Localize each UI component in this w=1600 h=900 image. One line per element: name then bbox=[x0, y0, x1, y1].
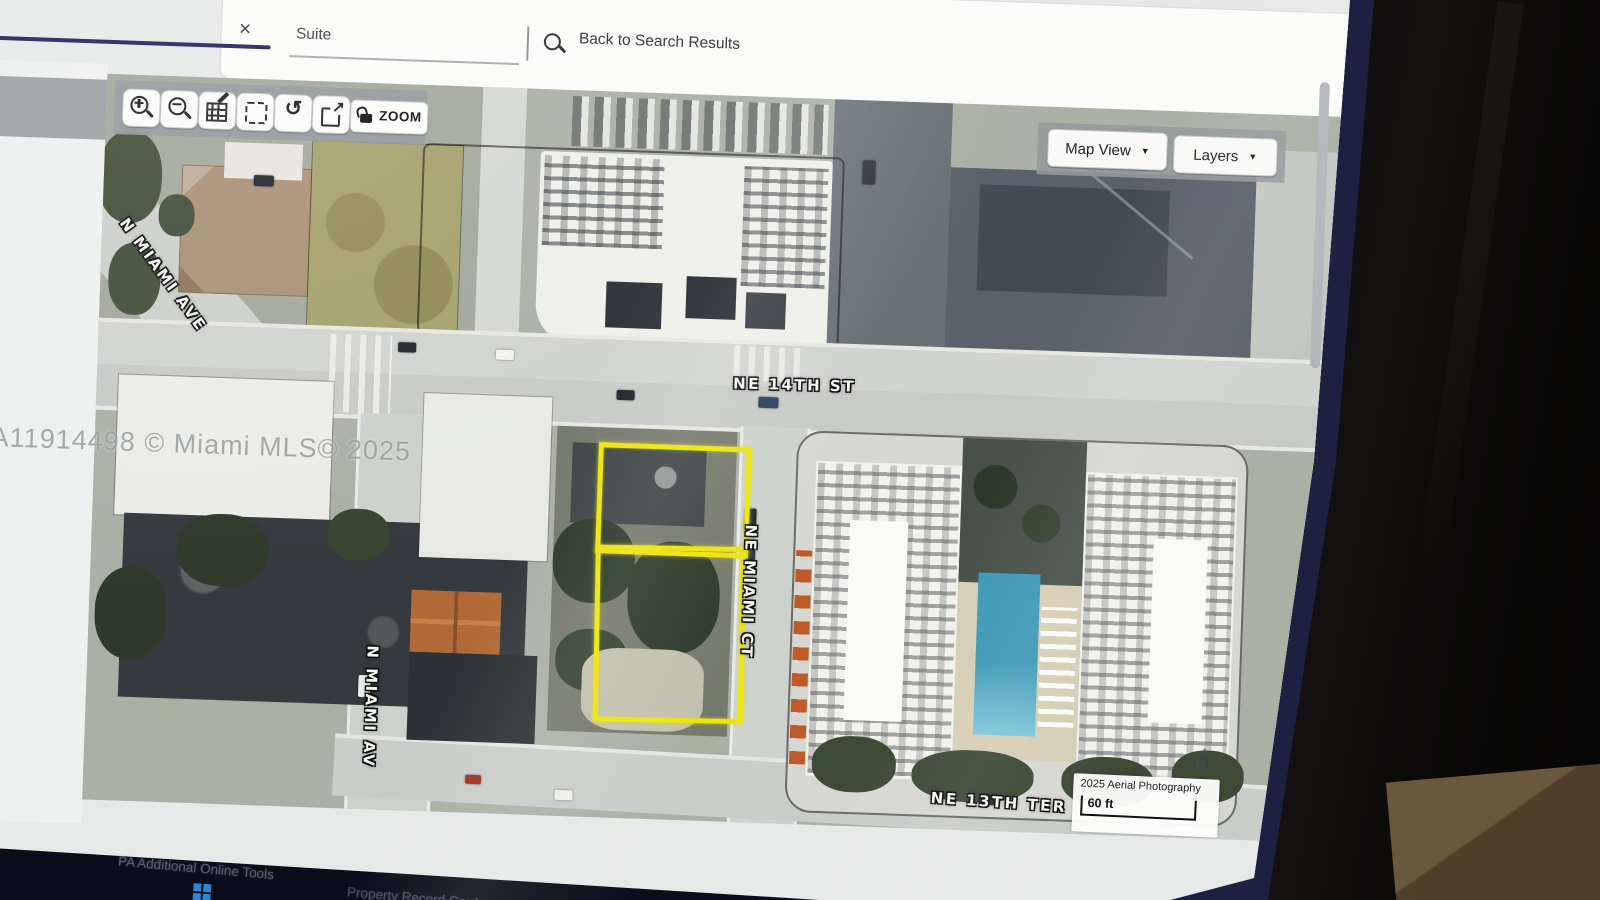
car bbox=[758, 397, 778, 409]
street-label-ne-14th-st: NE 14TH ST bbox=[733, 374, 856, 395]
clear-search-button[interactable]: × bbox=[232, 16, 259, 43]
zoom-out-button[interactable] bbox=[160, 90, 199, 129]
export-map-button[interactable]: ↗ bbox=[312, 95, 351, 134]
courtyard-shadow bbox=[958, 438, 1087, 592]
scale-bar: 60 ft bbox=[1080, 796, 1197, 821]
car bbox=[616, 390, 634, 401]
tree bbox=[176, 513, 270, 588]
reset-rotation-button[interactable]: ↺ bbox=[274, 94, 313, 133]
car bbox=[862, 160, 876, 184]
scale-panel: 2025 Aerial Photography 60 ft bbox=[1071, 773, 1219, 838]
edit-layers-button[interactable] bbox=[198, 91, 237, 130]
aerial-photography-caption: 2025 Aerial Photography bbox=[1080, 778, 1201, 795]
pool-loungers bbox=[1037, 607, 1077, 728]
search-icon[interactable] bbox=[541, 31, 568, 58]
lock-icon bbox=[360, 114, 372, 123]
car bbox=[496, 350, 514, 361]
building-roof bbox=[976, 184, 1170, 297]
car bbox=[398, 342, 416, 353]
highlighted-parcel-north[interactable] bbox=[595, 442, 752, 558]
house-orange-roof bbox=[410, 590, 502, 655]
road-ne-miami-ct-north bbox=[826, 99, 953, 351]
highlighted-parcel-south[interactable] bbox=[593, 544, 746, 724]
scale-distance-label: 60 ft bbox=[1087, 796, 1113, 811]
zoom-mode-button[interactable]: ZOOM bbox=[350, 99, 429, 135]
north-arrow: N bbox=[1196, 756, 1207, 772]
building-roof-tan bbox=[178, 164, 312, 296]
tree bbox=[811, 735, 897, 794]
zoom-in-button[interactable] bbox=[122, 88, 161, 127]
parking-row bbox=[571, 96, 829, 155]
chevron-down-icon: ▼ bbox=[1141, 146, 1150, 156]
building-roof-dark bbox=[406, 652, 537, 744]
zoom-button-label: ZOOM bbox=[379, 108, 422, 124]
map-view-dropdown[interactable]: Map View ▼ bbox=[1047, 129, 1168, 171]
swimming-pool bbox=[973, 573, 1041, 737]
car bbox=[554, 790, 572, 801]
chevron-down-icon: ▼ bbox=[1248, 152, 1257, 162]
car-red bbox=[465, 775, 481, 785]
condo-roof-structure bbox=[843, 520, 908, 722]
toolbar-strip-left-fragment bbox=[0, 76, 107, 140]
tree bbox=[327, 508, 391, 562]
marquee-selection-icon bbox=[245, 102, 268, 125]
table-edit-icon bbox=[206, 102, 228, 122]
windows-logo-icon bbox=[192, 883, 211, 900]
photographed-monitor: × Back to Search Results bbox=[0, 0, 1600, 900]
layers-label: Layers bbox=[1193, 146, 1239, 165]
car bbox=[254, 175, 274, 187]
select-area-button[interactable] bbox=[236, 92, 275, 131]
map-view-label: Map View bbox=[1065, 140, 1131, 159]
building-roof bbox=[419, 393, 553, 561]
tree bbox=[158, 194, 195, 237]
cardboard-box bbox=[1386, 762, 1600, 900]
layers-dropdown[interactable]: Layers ▼ bbox=[1173, 135, 1278, 177]
rotate-icon: ↺ bbox=[275, 96, 312, 122]
crosswalk bbox=[328, 334, 393, 414]
condo-roof-structure bbox=[1147, 539, 1207, 725]
tree bbox=[93, 566, 168, 660]
